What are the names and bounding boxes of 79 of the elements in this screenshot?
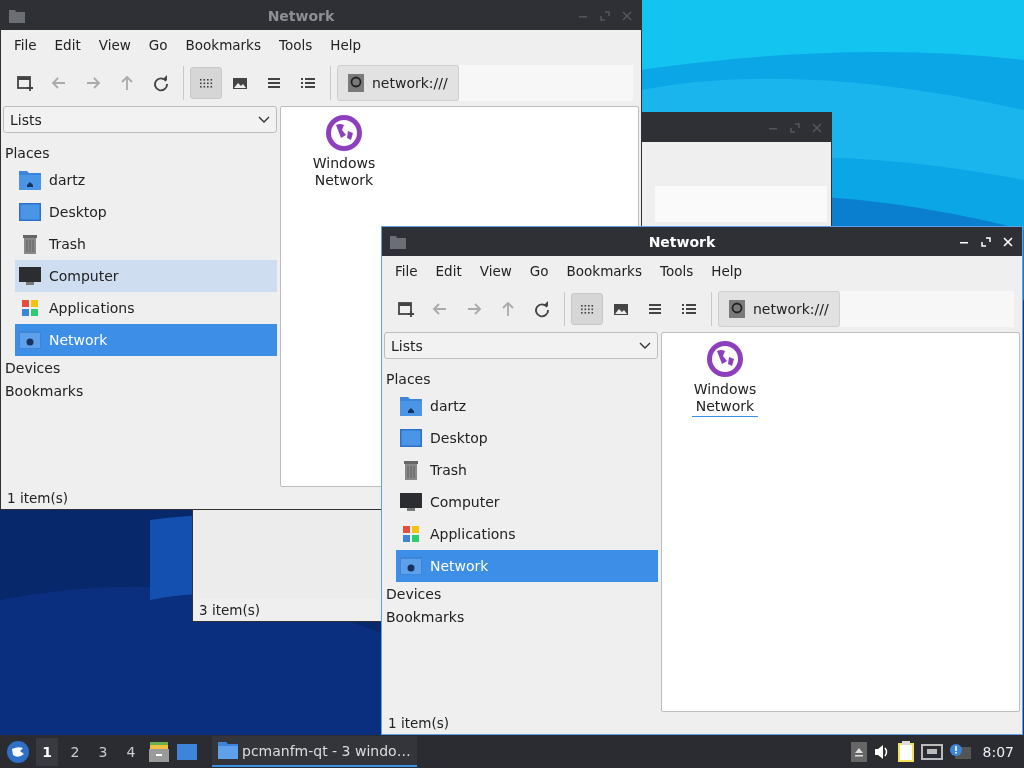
notification-icon[interactable] — [948, 742, 971, 761]
menu-item[interactable]: Bookmarks — [557, 263, 651, 279]
reload-icon — [152, 74, 170, 92]
sidebar-item[interactable]: Trash — [396, 454, 658, 486]
sidebar-item[interactable]: dartz — [15, 164, 277, 196]
sidebar-item[interactable]: Computer — [396, 486, 658, 518]
globe-icon — [705, 339, 745, 379]
menu-item[interactable]: Edit — [426, 263, 471, 279]
sidebar-item[interactable]: Trash — [15, 228, 277, 260]
monitor-icon — [19, 266, 41, 286]
status-text: 1 item(s) — [7, 490, 68, 506]
section-header[interactable]: Devices — [384, 582, 658, 605]
menu-item[interactable]: File — [5, 37, 46, 53]
sidebar-item[interactable]: Computer — [15, 260, 277, 292]
workspace-button[interactable]: 4 — [120, 737, 142, 766]
window-title: Network — [647, 233, 717, 250]
folder-icon — [218, 742, 238, 759]
chevron-icon — [639, 341, 651, 350]
section-header[interactable]: Places — [384, 367, 658, 390]
workspace-button[interactable]: 2 — [64, 737, 86, 766]
workspace-button[interactable]: 3 — [92, 737, 114, 766]
sidebar-item[interactable]: dartz — [396, 390, 658, 422]
applications-icon — [19, 298, 41, 318]
menu-item[interactable]: Bookmarks — [176, 37, 270, 53]
menu-item[interactable]: Tools — [269, 37, 322, 53]
file-cabinet-icon[interactable] — [148, 740, 170, 763]
network-folder-icon — [400, 556, 422, 576]
menu-item[interactable]: Edit — [45, 37, 90, 53]
applications-icon — [400, 524, 422, 544]
network-port-icon[interactable] — [920, 742, 943, 761]
menu-item[interactable]: View — [470, 263, 521, 279]
clipboard-icon[interactable] — [896, 740, 915, 763]
panel-mode-dropdown[interactable]: Lists — [384, 332, 658, 359]
workspace-button[interactable]: 1 — [36, 737, 58, 766]
monitor-icon — [400, 492, 422, 512]
panel-mode-dropdown[interactable]: Lists — [3, 106, 277, 133]
status-text: 1 item(s) — [388, 715, 449, 731]
section-header[interactable]: Bookmarks — [384, 605, 658, 628]
network-drive-icon — [348, 74, 364, 92]
home-folder-icon — [19, 170, 41, 190]
window-title: Network — [266, 7, 336, 24]
new-window-icon — [397, 300, 415, 318]
path-field[interactable] — [458, 65, 633, 101]
path-button[interactable]: network:/// — [718, 291, 840, 327]
status-text: 3 item(s) — [199, 602, 260, 618]
section-header[interactable]: Bookmarks — [3, 379, 277, 402]
section-header[interactable]: Devices — [3, 356, 277, 379]
path-button[interactable]: network:/// — [337, 65, 459, 101]
menu-item[interactable]: Go — [520, 263, 558, 279]
menu-item[interactable]: Go — [139, 37, 177, 53]
network-shortcut[interactable]: Windows Network — [692, 339, 758, 417]
sidebar-item[interactable]: Desktop — [396, 422, 658, 454]
new-window-icon — [16, 74, 34, 92]
globe-icon — [324, 113, 364, 153]
desktop-icon — [400, 428, 422, 448]
menu-item[interactable]: Tools — [650, 263, 703, 279]
network-shortcut[interactable]: Windows Network — [311, 113, 377, 191]
home-folder-icon — [400, 396, 422, 416]
network-folder-icon — [19, 330, 41, 350]
menu-item[interactable]: File — [386, 263, 427, 279]
clock[interactable]: 8:07 — [982, 743, 1014, 760]
menu-item[interactable]: Help — [321, 37, 370, 53]
network-drive-icon — [729, 300, 745, 318]
menu-item[interactable]: Help — [702, 263, 751, 279]
folder-icon — [9, 8, 25, 23]
sidebar-item[interactable]: Desktop — [15, 196, 277, 228]
chevron-icon — [258, 115, 270, 124]
desktop-icon[interactable] — [176, 741, 198, 762]
eject-icon[interactable] — [850, 741, 867, 762]
section-header[interactable]: Places — [3, 141, 277, 164]
task-button[interactable]: pcmanfm-qt - 3 windo… — [212, 736, 417, 767]
desktop-icon — [19, 202, 41, 222]
reload-icon — [533, 300, 551, 318]
start-menu-icon[interactable] — [6, 739, 30, 764]
sidebar-item[interactable]: Applications — [396, 518, 658, 550]
folder-icon — [390, 234, 406, 249]
sidebar-item[interactable]: Applications — [15, 292, 277, 324]
menu-item[interactable]: View — [89, 37, 140, 53]
path-field[interactable] — [839, 291, 1014, 327]
